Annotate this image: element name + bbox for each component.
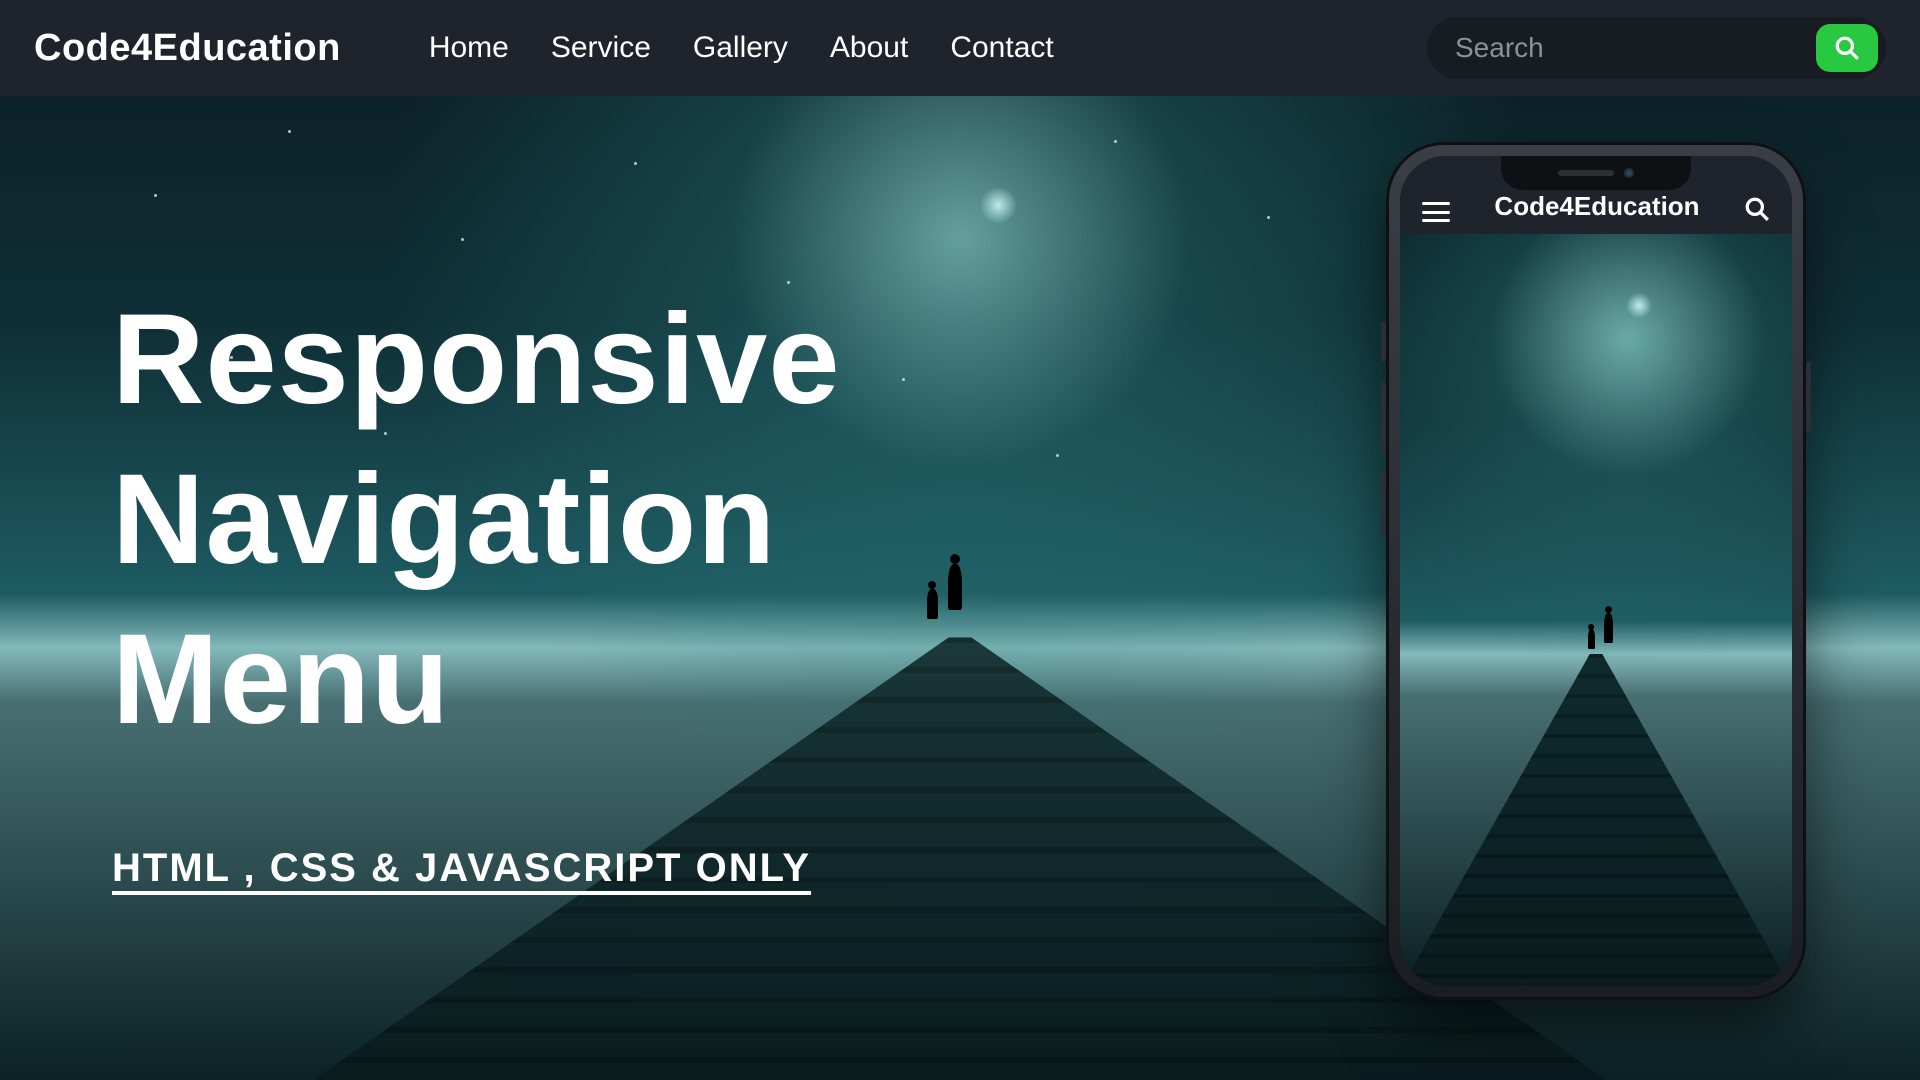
star-icon — [1056, 454, 1059, 457]
mobile-hero-bg — [1400, 156, 1792, 986]
page-root: Code4Education Home Service Gallery Abou… — [0, 0, 1920, 1080]
mobile-silhouette-adult — [1604, 613, 1613, 643]
phone-speaker — [1558, 170, 1614, 176]
silhouette-child — [927, 589, 938, 619]
navbar: Code4Education Home Service Gallery Abou… — [0, 0, 1920, 96]
brand-logo[interactable]: Code4Education — [34, 27, 341, 70]
star-icon — [634, 162, 637, 165]
mobile-search-button[interactable] — [1744, 196, 1770, 222]
star-icon — [288, 130, 291, 133]
hero-section: Responsive Navigation Menu HTML , CSS & … — [112, 280, 841, 891]
phone-screen: Code4Education — [1400, 156, 1792, 986]
star-icon — [1267, 216, 1270, 219]
mobile-silhouette-child — [1588, 629, 1595, 649]
phone-camera — [1624, 168, 1634, 178]
star-icon — [154, 194, 157, 197]
nav-link-service[interactable]: Service — [551, 31, 651, 65]
search-icon — [1744, 196, 1770, 222]
hamburger-icon[interactable] — [1422, 202, 1450, 222]
phone-side-button — [1381, 468, 1386, 538]
nav-links: Home Service Gallery About Contact — [429, 31, 1054, 65]
nav-link-gallery[interactable]: Gallery — [693, 31, 788, 65]
phone-side-button — [1381, 382, 1386, 452]
search-input[interactable] — [1455, 32, 1816, 64]
phone-side-button — [1806, 362, 1811, 432]
star-icon — [902, 378, 905, 381]
phone-side-button — [1381, 322, 1386, 362]
silhouette-adult — [948, 564, 962, 610]
star-icon — [1114, 140, 1117, 143]
search-box — [1427, 17, 1886, 79]
nav-link-about[interactable]: About — [830, 31, 908, 65]
star-icon — [461, 238, 464, 241]
phone-notch — [1501, 156, 1691, 190]
search-icon — [1834, 35, 1860, 61]
nav-link-home[interactable]: Home — [429, 31, 509, 65]
nav-link-contact[interactable]: Contact — [950, 31, 1053, 65]
hero-title: Responsive Navigation Menu — [112, 280, 841, 760]
mobile-pier — [1400, 654, 1792, 986]
mobile-brand-logo[interactable]: Code4Education — [1494, 191, 1699, 222]
search-button[interactable] — [1816, 24, 1878, 72]
phone-mockup: Code4Education — [1386, 142, 1806, 1000]
hero-subtitle: HTML , CSS & JAVASCRIPT ONLY — [112, 846, 841, 891]
